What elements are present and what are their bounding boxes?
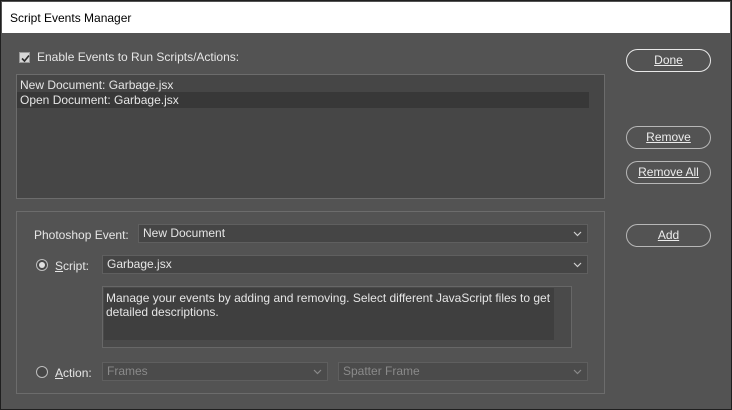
- chevron-down-icon: [313, 369, 322, 375]
- chevron-down-icon: [573, 231, 582, 237]
- photoshop-event-select[interactable]: New Document: [138, 224, 588, 243]
- chevron-down-icon: [573, 369, 582, 375]
- list-item-label: New Document: Garbage.jsx: [20, 78, 174, 92]
- enable-events-checkbox[interactable]: [19, 51, 30, 63]
- list-item-label: Open Document: Garbage.jsx: [20, 93, 179, 107]
- script-radio[interactable]: [36, 259, 48, 271]
- script-description: Manage your events by adding and removin…: [104, 288, 554, 340]
- add-button[interactable]: Add: [626, 224, 711, 247]
- enable-events-label: Enable Events to Run Scripts/Actions:: [37, 50, 240, 64]
- remove-button[interactable]: Remove: [626, 126, 711, 149]
- action-select[interactable]: Spatter Frame: [338, 362, 588, 381]
- action-set-select[interactable]: Frames: [102, 362, 328, 381]
- script-label: Script:: [55, 259, 90, 273]
- script-events-manager-dialog: Script Events Manager Enable Events to R…: [0, 0, 732, 410]
- action-value: Spatter Frame: [343, 364, 420, 378]
- script-description-box: Manage your events by adding and removin…: [102, 286, 572, 348]
- done-button[interactable]: Done: [626, 49, 711, 72]
- script-select[interactable]: Garbage.jsx: [102, 255, 588, 274]
- photoshop-event-label: Photoshop Event:: [34, 228, 129, 242]
- action-label: Action:: [55, 366, 92, 380]
- photoshop-event-value: New Document: [143, 226, 226, 240]
- title-bar: Script Events Manager: [2, 2, 730, 33]
- action-radio[interactable]: [36, 366, 48, 378]
- remove-all-button[interactable]: Remove All: [626, 161, 711, 184]
- chevron-down-icon: [573, 262, 582, 268]
- list-item-selected[interactable]: Open Document: Garbage.jsx: [17, 92, 589, 108]
- events-list[interactable]: New Document: Garbage.jsx Open Document:…: [16, 74, 605, 199]
- enable-events-row[interactable]: Enable Events to Run Scripts/Actions:: [19, 50, 239, 64]
- list-item[interactable]: New Document: Garbage.jsx: [17, 77, 589, 93]
- checkmark-icon: [21, 54, 30, 62]
- window-title: Script Events Manager: [10, 11, 132, 25]
- script-value: Garbage.jsx: [107, 257, 172, 271]
- action-set-value: Frames: [107, 364, 148, 378]
